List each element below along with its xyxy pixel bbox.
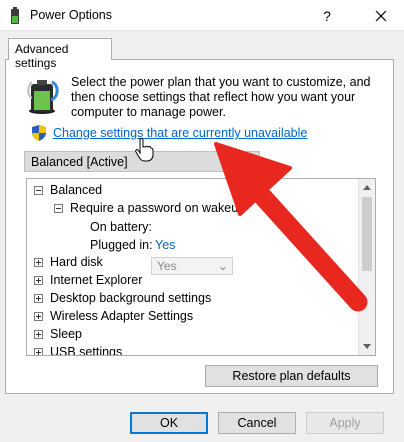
chevron-down-icon: ⌄ [217, 259, 228, 273]
tree-label-password: Require a password on wakeup [70, 201, 246, 215]
scroll-thumb[interactable] [362, 197, 372, 271]
tree-label: USB settings [50, 345, 123, 356]
scroll-up-button[interactable] [359, 179, 375, 196]
tree-label: Sleep [50, 327, 82, 341]
window-title: Power Options [30, 8, 112, 22]
on-battery-label: On battery: [90, 220, 152, 234]
on-battery-value: Yes [157, 259, 177, 273]
collapse-icon[interactable] [34, 186, 43, 195]
close-button[interactable] [358, 0, 404, 31]
collapse-icon[interactable] [54, 204, 63, 213]
plugged-in-value[interactable]: Yes [155, 236, 175, 254]
close-icon [375, 10, 387, 21]
on-battery-select[interactable]: Yes ⌄ [151, 257, 233, 275]
chevron-up-icon [363, 185, 371, 190]
restore-defaults-button[interactable]: Restore plan defaults [205, 365, 378, 387]
tree-scrollbar[interactable] [358, 179, 375, 355]
shield-icon [32, 125, 46, 141]
expand-icon[interactable] [34, 348, 43, 355]
apply-button[interactable]: Apply [306, 412, 384, 434]
expand-icon[interactable] [34, 294, 43, 303]
ok-button[interactable]: OK [130, 412, 208, 434]
tree-label-balanced: Balanced [50, 183, 103, 197]
tree-node-on-battery[interactable]: On battery: Yes ⌄ [27, 218, 347, 275]
expand-icon[interactable] [34, 276, 43, 285]
scroll-down-button[interactable] [359, 338, 375, 355]
settings-tree: Balanced Require a password on wakeup On… [26, 178, 376, 356]
power-options-icon [11, 7, 19, 24]
tree-label: Desktop background settings [50, 291, 212, 305]
intro-text: Select the power plan that you want to c… [71, 75, 371, 119]
title-bar: Power Options ? [0, 0, 404, 31]
tab-advanced-settings[interactable]: Advanced settings [8, 38, 112, 70]
plugged-in-label: Plugged in: [90, 238, 153, 252]
power-plan-value: Balanced [Active] [31, 155, 128, 169]
expand-icon[interactable] [34, 312, 43, 321]
tree-label: Wireless Adapter Settings [50, 309, 194, 323]
help-button[interactable]: ? [304, 0, 350, 31]
expand-icon[interactable] [34, 258, 43, 267]
tree-label: Internet Explorer [50, 273, 143, 287]
question-icon: ? [323, 7, 331, 24]
cancel-button[interactable]: Cancel [218, 412, 296, 434]
chevron-down-icon [363, 344, 371, 349]
tree-label: Hard disk [50, 255, 103, 269]
hand-cursor-icon [135, 138, 154, 162]
battery-icon [27, 80, 59, 114]
change-settings-link[interactable]: Change settings that are currently unava… [53, 126, 307, 140]
expand-icon[interactable] [34, 330, 43, 339]
